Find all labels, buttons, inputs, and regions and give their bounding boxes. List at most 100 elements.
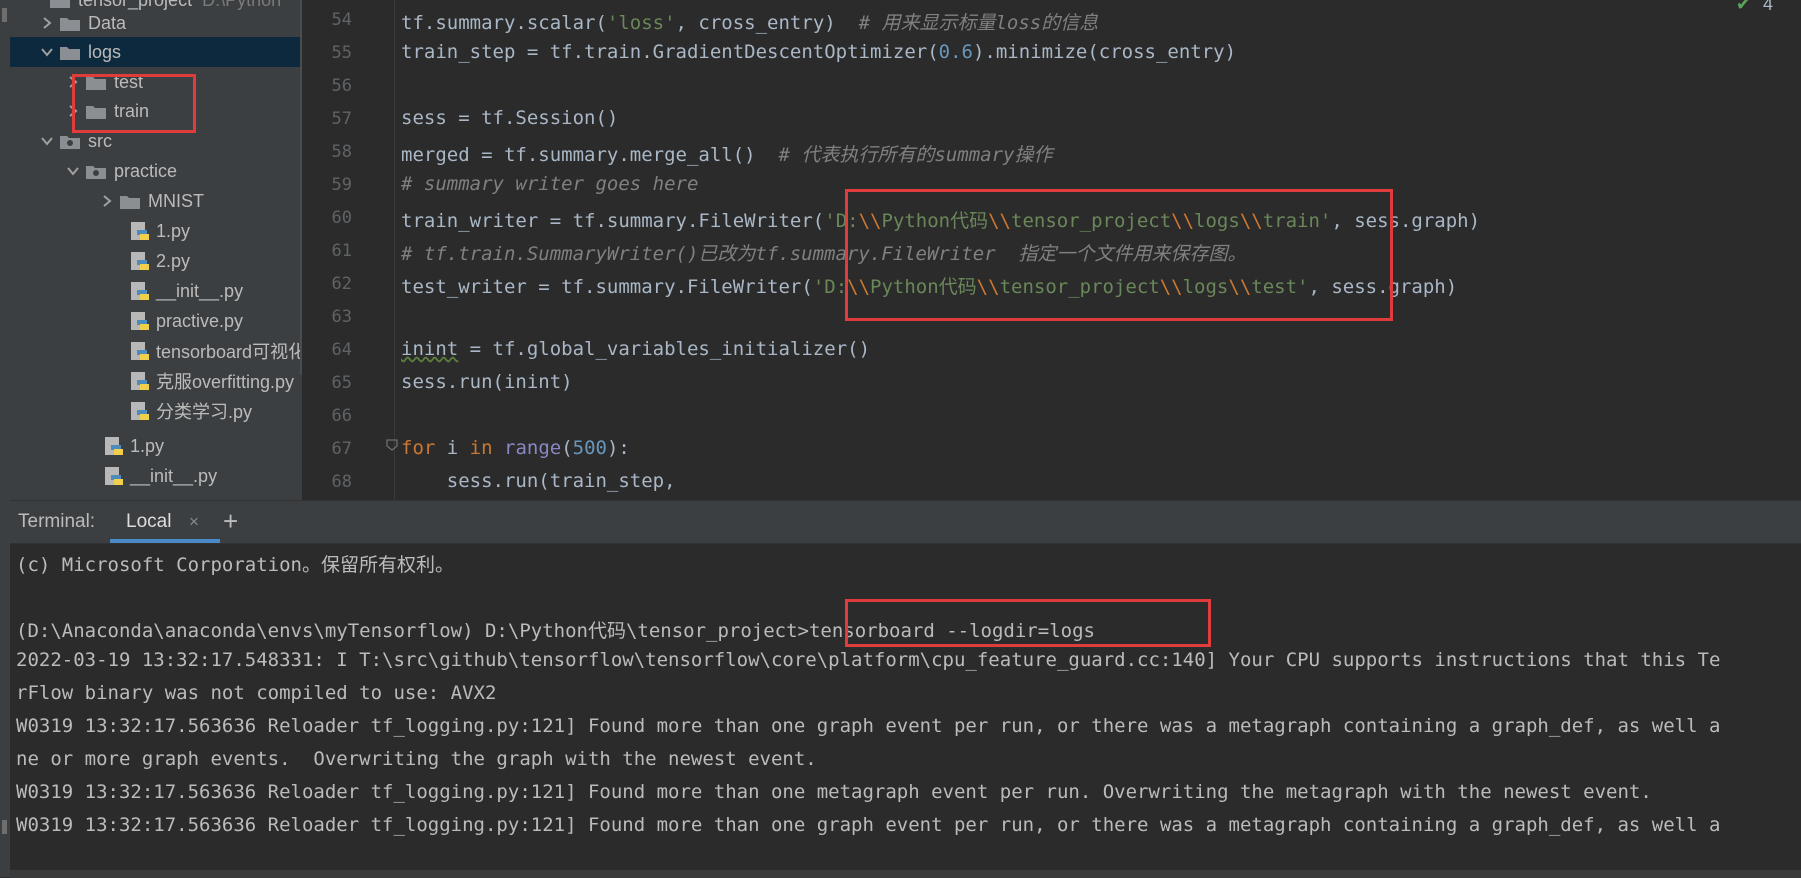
- code-editor[interactable]: ✔ 4 54 55 56 57 58 59 60 61 62 63 64 65 …: [302, 0, 1801, 500]
- code-token: merged = tf.summary.merge_all(): [401, 144, 779, 166]
- code-escape: \\: [988, 210, 1011, 232]
- tree-item-label: train: [114, 100, 150, 121]
- code-line-61: # tf.train.SummaryWriter()已改为tf.summary.…: [401, 239, 1247, 266]
- python-file-icon: [130, 401, 150, 421]
- tree-item-label: practice: [114, 160, 178, 181]
- code-token: sess.run(train_step,: [401, 470, 676, 492]
- tree-item-file[interactable]: tensorboard可视化: [10, 336, 302, 366]
- line-number: 57: [331, 109, 352, 129]
- code-string: logs: [1194, 210, 1240, 232]
- code-string: Python代码: [881, 210, 989, 232]
- fold-marker-icon[interactable]: [385, 438, 399, 452]
- code-line-60: train_writer = tf.summary.FileWriter('D:…: [401, 206, 1480, 233]
- terminal-panel[interactable]: Terminal: Local × + (c) Microsoft Corpor…: [10, 500, 1801, 878]
- code-line-54: tf.summary.scalar('loss', cross_entry) #…: [401, 8, 1098, 35]
- code-string: 'loss': [606, 12, 676, 34]
- tree-item-data[interactable]: Data: [10, 8, 302, 38]
- folder-icon: [50, 0, 70, 8]
- chevron-right-icon[interactable]: [40, 16, 54, 30]
- chevron-down-icon[interactable]: [40, 45, 54, 59]
- tree-item-test[interactable]: test: [10, 67, 302, 97]
- tree-item-train[interactable]: train: [10, 96, 302, 126]
- tool-strip-marker: [2, 820, 7, 834]
- terminal-output-line: W0319 13:32:17.563636 Reloader tf_loggin…: [16, 781, 1652, 803]
- tree-item-file[interactable]: 克服overfitting.py: [10, 366, 302, 396]
- inspection-count: 4: [1762, 0, 1773, 14]
- chevron-down-icon[interactable]: [66, 164, 80, 178]
- code-comment: # 代表执行所有的summary操作: [778, 144, 1053, 166]
- folder-icon: [60, 45, 80, 60]
- code-escape: \\: [1171, 210, 1195, 232]
- code-token: ):: [606, 437, 630, 459]
- code-line-58: merged = tf.summary.merge_all() # 代表执行所有…: [401, 140, 1052, 167]
- code-line-68: sess.run(train_step,: [401, 470, 676, 492]
- code-string: tensor_project: [999, 276, 1160, 298]
- code-token: i: [435, 437, 470, 459]
- python-file-icon: [104, 436, 124, 456]
- tree-item-label: __init__.py: [130, 465, 218, 486]
- code-keyword: for: [401, 437, 436, 459]
- code-builtin: range: [504, 437, 562, 459]
- code-token: train_step = tf.train.GradientDescentOpt…: [401, 41, 939, 63]
- line-number: 59: [331, 175, 352, 195]
- terminal-output-line: rFlow binary was not compiled to use: AV…: [16, 682, 497, 704]
- code-token: , sess.graph): [1308, 276, 1458, 298]
- code-string: 'D:: [824, 210, 859, 232]
- add-tab-icon[interactable]: +: [223, 506, 238, 537]
- tree-item-file[interactable]: 1.py: [10, 431, 302, 461]
- code-escape: \\: [1159, 276, 1183, 298]
- python-file-icon: [130, 311, 150, 331]
- line-number: 60: [331, 208, 352, 228]
- tree-item-practice[interactable]: practice: [10, 156, 302, 186]
- python-file-icon: [130, 251, 150, 271]
- tree-item-label: 1.py: [130, 435, 165, 456]
- code-token: , cross_entry): [675, 12, 859, 34]
- line-number: 63: [331, 307, 352, 327]
- chevron-right-icon[interactable]: [100, 194, 114, 208]
- package-icon: [60, 134, 80, 149]
- tree-item-src[interactable]: src: [10, 126, 302, 156]
- code-number: 500: [572, 437, 607, 459]
- tree-item-file[interactable]: 1.py: [10, 216, 302, 246]
- tree-item-file[interactable]: __init__.py: [10, 461, 302, 491]
- folder-icon: [60, 16, 80, 31]
- code-line-55: train_step = tf.train.GradientDescentOpt…: [401, 41, 1236, 63]
- code-escape: \\: [858, 210, 882, 232]
- code-escape: \\: [1228, 276, 1252, 298]
- python-file-icon: [130, 341, 150, 361]
- code-escape: \\: [976, 276, 1000, 298]
- code-line-65: sess.run(inint): [401, 371, 573, 393]
- code-keyword: in: [469, 437, 493, 459]
- tree-item-file[interactable]: 分类学习.py: [10, 396, 302, 426]
- tree-item-file[interactable]: 2.py: [10, 246, 302, 276]
- tree-item-file[interactable]: practive.py: [10, 306, 302, 336]
- code-number: 0.6: [938, 41, 973, 63]
- code-string: tensor_project: [1011, 210, 1172, 232]
- python-file-icon: [130, 281, 150, 301]
- chevron-right-icon[interactable]: [66, 75, 80, 89]
- tree-item-label: test: [114, 71, 144, 92]
- code-token-warning: inint: [401, 338, 459, 360]
- tree-item-file[interactable]: __init__.py: [10, 276, 302, 306]
- tree-item-mnist[interactable]: MNIST: [10, 186, 302, 216]
- code-token: test_writer = tf.summary.FileWriter(: [401, 276, 813, 298]
- tree-item-label: MNIST: [148, 190, 204, 211]
- chevron-down-icon[interactable]: [40, 134, 54, 148]
- tab-local[interactable]: Local ×: [110, 501, 220, 543]
- line-number: 66: [331, 406, 352, 426]
- terminal-output-line: W0319 13:32:17.563636 Reloader tf_loggin…: [16, 715, 1721, 737]
- terminal-output-line: (D:\Anaconda\anaconda\envs\myTensorflow)…: [16, 620, 1095, 642]
- tree-item-label: tensorboard可视化: [156, 342, 302, 362]
- code-string: 'D:: [812, 276, 848, 298]
- inspection-check-icon[interactable]: ✔: [1736, 0, 1751, 15]
- tree-item-logs[interactable]: logs: [10, 37, 302, 67]
- terminal-title: Terminal:: [18, 511, 96, 532]
- code-escape: \\: [1239, 210, 1263, 232]
- chevron-right-icon[interactable]: [66, 104, 80, 118]
- close-icon[interactable]: ×: [189, 512, 199, 532]
- tree-item-label: src: [88, 130, 112, 151]
- terminal-output-line: 2022-03-19 13:32:17.548331: I T:\src\git…: [16, 649, 1721, 671]
- code-line-62: test_writer = tf.summary.FileWriter('D:\…: [401, 272, 1457, 299]
- code-line-67: for i in range(500):: [401, 437, 630, 459]
- code-escape: \\: [847, 276, 871, 298]
